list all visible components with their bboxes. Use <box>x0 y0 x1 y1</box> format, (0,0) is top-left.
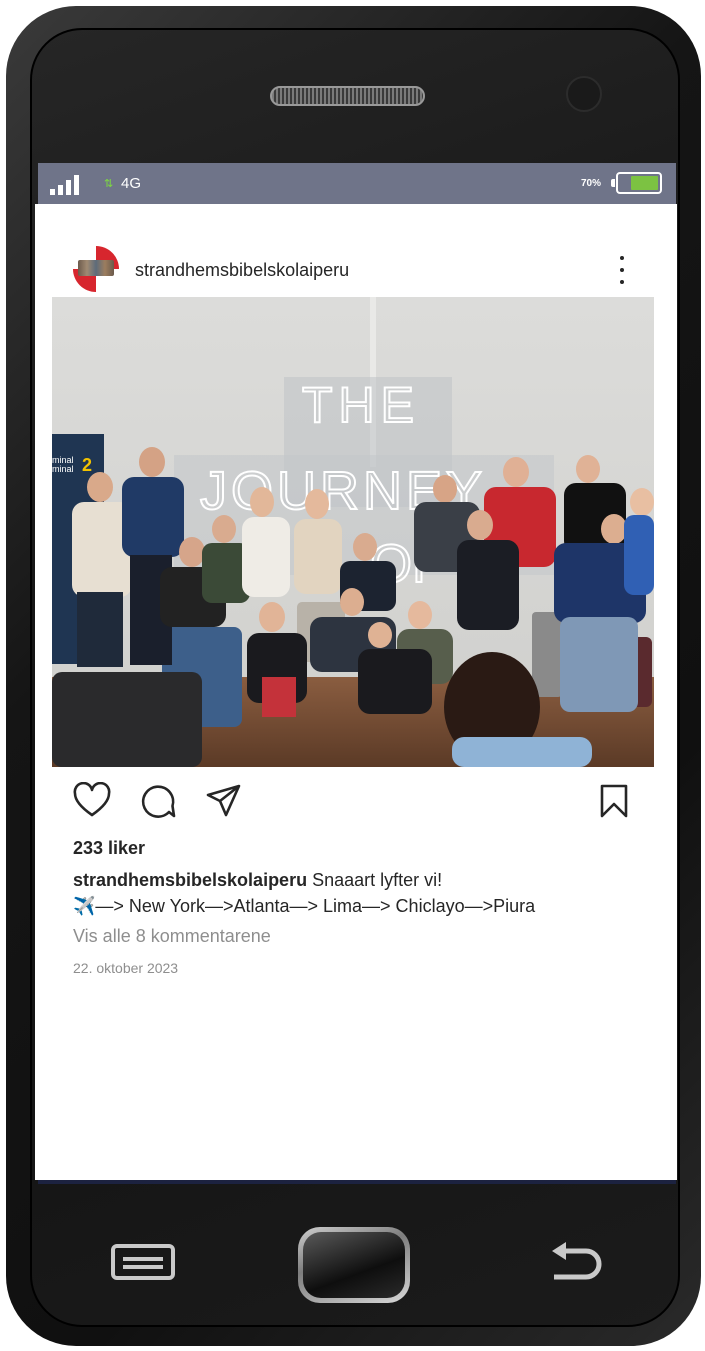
signal-icon <box>50 175 79 195</box>
home-button[interactable] <box>298 1227 410 1303</box>
network-type: 4G <box>121 175 142 192</box>
view-comments-link[interactable]: Vis alle 8 kommentarene <box>73 926 271 947</box>
post-actions <box>35 782 677 822</box>
post-header: strandhemsbibelskolaiperu <box>35 246 677 292</box>
menu-icon[interactable] <box>111 1244 175 1280</box>
caption-route: ✈️—> New York—>Atlanta—> Lima—> Chiclayo… <box>73 896 536 916</box>
caption-username[interactable]: strandhemsbibelskolaiperu <box>73 870 307 890</box>
back-arrow-icon[interactable] <box>548 1240 608 1284</box>
bookmark-icon[interactable] <box>595 782 633 820</box>
share-icon[interactable] <box>205 782 243 820</box>
more-vertical-icon[interactable] <box>617 256 627 284</box>
terminal-sign-number: 2 <box>82 455 92 475</box>
data-activity-icon: ⇅ <box>104 178 114 190</box>
avatar[interactable] <box>73 246 119 292</box>
post-caption: strandhemsbibelskolaiperu Snaaart lyfter… <box>73 867 535 919</box>
group-photo: minal minal 2 THE JOURNEY OF <box>52 297 654 767</box>
earpiece-speaker <box>270 86 425 106</box>
caption-text: Snaaart lyfter vi! <box>312 870 443 890</box>
battery-icon <box>611 172 662 194</box>
battery-percent: 70% <box>581 178 602 189</box>
comment-icon[interactable] <box>139 782 177 820</box>
front-camera <box>566 76 602 112</box>
terminal-sign-line2: minal <box>52 464 74 474</box>
likes-count[interactable]: 233 liker <box>73 838 145 859</box>
status-bar: ⇅ 4G 70% <box>38 163 676 204</box>
neon-sign-the: THE <box>302 377 420 433</box>
post-date: 22. oktober 2023 <box>73 960 179 976</box>
app-screen: strandhemsbibelskolaiperu minal minal 2 … <box>35 204 677 1180</box>
post-username[interactable]: strandhemsbibelskolaiperu <box>135 260 349 281</box>
screen-bottom-edge <box>38 1180 676 1184</box>
heart-icon[interactable] <box>73 782 111 820</box>
post-image[interactable]: minal minal 2 THE JOURNEY OF <box>52 297 654 767</box>
